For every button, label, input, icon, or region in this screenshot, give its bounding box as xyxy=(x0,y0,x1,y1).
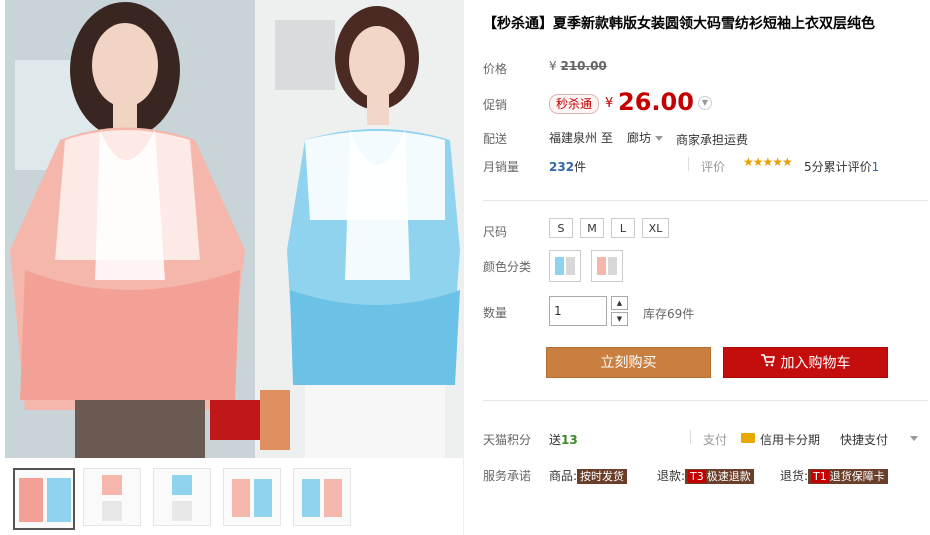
quantity-decrease-button[interactable]: ▼ xyxy=(611,312,628,326)
thumbnail-strip xyxy=(13,468,463,530)
points-number: 13 xyxy=(561,433,578,447)
service-return-label: 退款: xyxy=(657,469,686,483)
service-goods-label: 商品: xyxy=(549,469,578,483)
cart-icon xyxy=(760,348,775,379)
separator xyxy=(690,430,691,444)
service-refund-label: 退货: xyxy=(780,469,809,483)
points-prefix: 送 xyxy=(549,433,562,447)
ship-to-selector[interactable]: 廊坊 xyxy=(627,129,664,146)
add-to-cart-label: 加入购物车 xyxy=(780,355,851,372)
service-return-text: 极速退款 xyxy=(706,470,751,483)
thumbnail-1[interactable] xyxy=(13,468,75,530)
thumbnail-3[interactable] xyxy=(153,468,211,526)
original-price-value: 210.00 xyxy=(560,59,607,73)
buy-now-button[interactable]: 立刻购买 xyxy=(546,347,711,378)
add-to-cart-button[interactable]: 加入购物车 xyxy=(723,347,888,378)
product-info: 【秒杀通】夏季新款韩版女装圆领大码雪纺衫短袖上衣双层纯色 价格 ¥ 210.00… xyxy=(483,0,928,535)
rating-stars-icon: ★★★★★ xyxy=(743,155,793,169)
color-swatch-pink[interactable] xyxy=(591,250,623,282)
current-price: 26.00 xyxy=(618,88,694,116)
sales-label: 月销量 xyxy=(483,160,520,174)
service-label: 服务承诺 xyxy=(483,469,532,483)
color-swatch-blue[interactable] xyxy=(549,250,581,282)
monthly-sales: 232件 xyxy=(549,158,586,175)
service-return-tag: T3 极速退款 xyxy=(685,469,754,484)
service-refund-text: 退货保障卡 xyxy=(829,470,885,483)
thumbnail-2[interactable] xyxy=(83,468,141,526)
caret-down-icon xyxy=(655,136,664,141)
product-title: 【秒杀通】夏季新款韩版女装圆领大码雪纺衫短袖上衣双层纯色 xyxy=(483,16,875,32)
service-return-code: T3 xyxy=(688,470,706,483)
quick-pay[interactable]: 快捷支付 xyxy=(840,431,888,448)
thumbnail-5[interactable] xyxy=(293,468,351,526)
quantity-increase-button[interactable]: ▲ xyxy=(611,296,628,310)
service-refund[interactable]: 退货: T1 退货保障卡 xyxy=(780,467,888,484)
quantity-input[interactable]: 1 xyxy=(549,296,607,326)
rating-count: 1 xyxy=(871,160,880,174)
stock-count: 库存69件 xyxy=(643,307,695,321)
price-label: 价格 xyxy=(483,62,508,76)
ship-from: 福建泉州 至 xyxy=(549,129,613,146)
original-price: ¥ 210.00 xyxy=(549,59,607,73)
sales-count: 232 xyxy=(549,160,575,174)
divider xyxy=(483,200,928,201)
original-price-currency: ¥ xyxy=(549,59,557,73)
promo-badge: 秒杀通 xyxy=(549,94,600,114)
current-price-currency: ¥ xyxy=(605,96,614,111)
service-goods-tag: 按时发货 xyxy=(577,469,628,484)
promo-label: 促销 xyxy=(483,98,508,112)
rating-score-text: 5分累计评价 xyxy=(804,160,872,174)
ship-from-city: 福建泉州 xyxy=(549,131,598,145)
payment-label: 支付 xyxy=(703,433,728,447)
thumbnail-4[interactable] xyxy=(223,468,281,526)
credit-card-icon xyxy=(741,433,755,443)
caret-down-icon[interactable] xyxy=(910,436,918,441)
service-refund-tag: T1 退货保障卡 xyxy=(808,469,888,484)
service-goods[interactable]: 商品: 按时发货 xyxy=(549,467,628,484)
chevron-down-icon[interactable]: ▼ xyxy=(698,96,712,110)
size-option-m[interactable]: M xyxy=(580,218,604,238)
credit-card-installment[interactable]: 信用卡分期 xyxy=(760,431,820,448)
separator xyxy=(688,157,689,171)
rating-label: 评价 xyxy=(701,160,726,174)
size-option-s[interactable]: S xyxy=(549,218,573,238)
ship-to-city: 廊坊 xyxy=(627,131,652,145)
ship-to-word: 至 xyxy=(600,131,613,145)
divider xyxy=(483,400,928,401)
service-return[interactable]: 退款: T3 极速退款 xyxy=(657,467,754,484)
column-divider xyxy=(463,0,464,535)
product-gallery xyxy=(5,0,463,535)
rating-summary[interactable]: 5分累计评价1 xyxy=(804,158,879,175)
quantity-label: 数量 xyxy=(483,306,508,320)
size-label: 尺码 xyxy=(483,225,508,239)
shipping-label: 配送 xyxy=(483,132,508,146)
points-label: 天猫积分 xyxy=(483,433,532,447)
shipping-fee: 商家承担运费 xyxy=(676,133,749,147)
points-value: 送13 xyxy=(549,431,578,448)
main-product-image[interactable] xyxy=(5,0,463,458)
service-refund-code: T1 xyxy=(811,470,829,483)
size-option-l[interactable]: L xyxy=(611,218,635,238)
color-label: 颜色分类 xyxy=(483,260,532,274)
sales-unit: 件 xyxy=(574,160,587,174)
size-option-xl[interactable]: XL xyxy=(642,218,669,238)
